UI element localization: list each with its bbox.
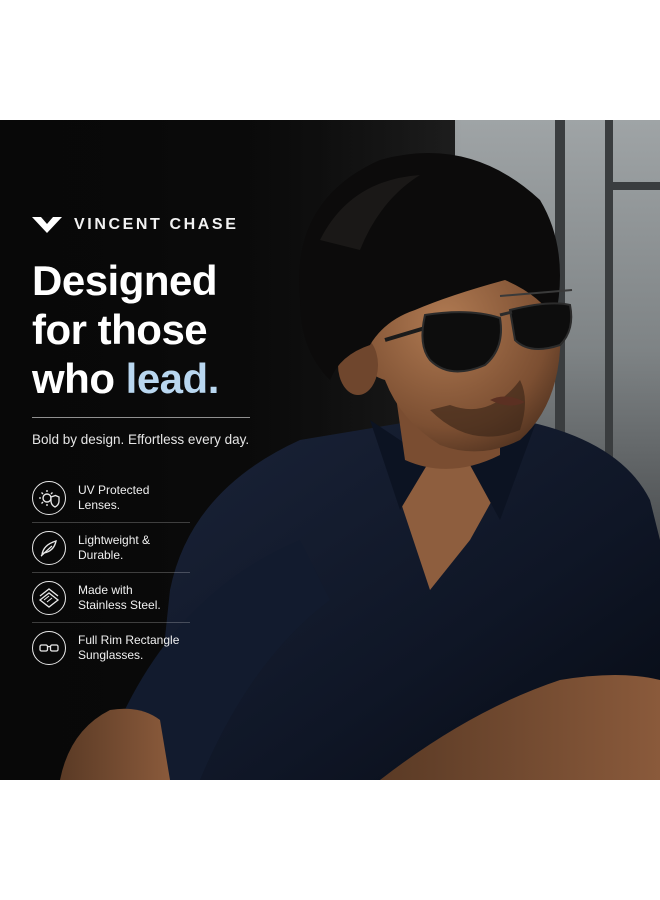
glasses-icon [32,631,66,665]
headline-line-2: for those [32,306,208,353]
headline-accent-word: lead. [125,355,220,402]
brand-lockup: VINCENT CHASE [32,214,272,236]
vincent-chase-logo-icon [32,217,62,233]
feature-label: Full Rim Rectangle Sunglasses. [78,633,180,662]
feather-icon [32,530,66,565]
brand-name: VINCENT CHASE [74,216,239,233]
feature-item-stainless-steel: Made with Stainless Steel. [32,573,190,623]
steel-layers-icon [32,580,66,615]
feature-list: UV Protected Lenses. Lightweight & Durable… [32,473,190,673]
headline-line-3-prefix: who [32,355,126,402]
feature-label: UV Protected Lenses. [78,482,150,512]
ad-copy: VINCENT CHASE Designed for those who lea… [32,214,272,673]
headline-line-1: Designed [32,257,218,304]
feature-item-uv-protection: UV Protected Lenses. [32,473,190,523]
feature-label: Lightweight & Durable. [78,532,151,562]
headline: Designed for those who lead. [32,256,272,403]
feature-item-lightweight: Lightweight & Durable. [32,523,190,573]
feature-item-frame-shape: Full Rim Rectangle Sunglasses. [32,623,190,673]
feature-label: Made with Stainless Steel. [78,582,161,612]
headline-line-3: who lead. [32,354,272,403]
tagline: Bold by design. Effortless every day. [32,432,250,447]
uv-shield-icon [32,480,66,515]
divider [32,417,250,418]
product-banner: VINCENT CHASE Designed for those who lea… [0,120,660,780]
